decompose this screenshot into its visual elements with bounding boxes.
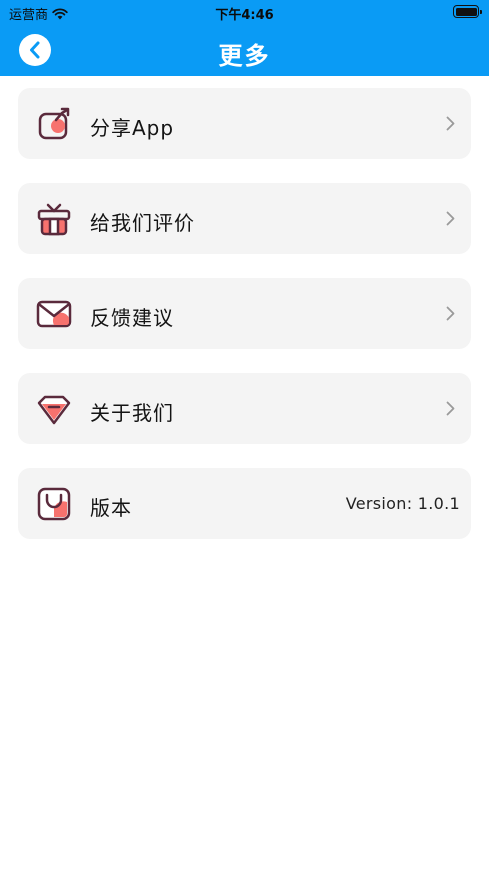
nav-bar: 更多: [0, 24, 489, 76]
battery-level: [455, 7, 477, 16]
menu-item-rate[interactable]: 给我们评价: [18, 183, 471, 254]
battery-icon: [453, 5, 482, 18]
chevron-right-icon: [446, 211, 455, 226]
menu-item-label: 关于我们: [90, 401, 174, 425]
menu-item-label: 给我们评价: [90, 211, 195, 235]
gift-icon: [37, 203, 71, 236]
status-time: 下午4:46: [215, 8, 274, 23]
menu-item-feedback[interactable]: 反馈建议: [18, 278, 471, 349]
menu-item-label: 分享App: [90, 116, 175, 140]
menu-item-share[interactable]: 分享App: [18, 88, 471, 159]
diamond-icon: [37, 395, 71, 425]
chevron-right-icon: [446, 401, 455, 416]
menu-item-about[interactable]: 关于我们: [18, 373, 471, 444]
bag-icon: [37, 487, 71, 521]
page-title: 更多: [218, 42, 271, 70]
status-bar: 运营商 下午4:46: [0, 0, 489, 24]
chevron-right-icon: [446, 306, 455, 321]
mail-icon: [36, 300, 72, 328]
share-icon: [38, 107, 70, 140]
menu-item-label: 反馈建议: [90, 306, 174, 330]
version-value: Version: 1.0.1: [345, 494, 460, 513]
menu-item-label: 版本: [90, 496, 132, 520]
menu-item-version: 版本 Version: 1.0.1: [18, 468, 471, 539]
chevron-right-icon: [446, 116, 455, 131]
menu-list: 分享App 给我们评价 反馈建议 关于我们 版本 Version: 1.0.1: [18, 88, 471, 563]
